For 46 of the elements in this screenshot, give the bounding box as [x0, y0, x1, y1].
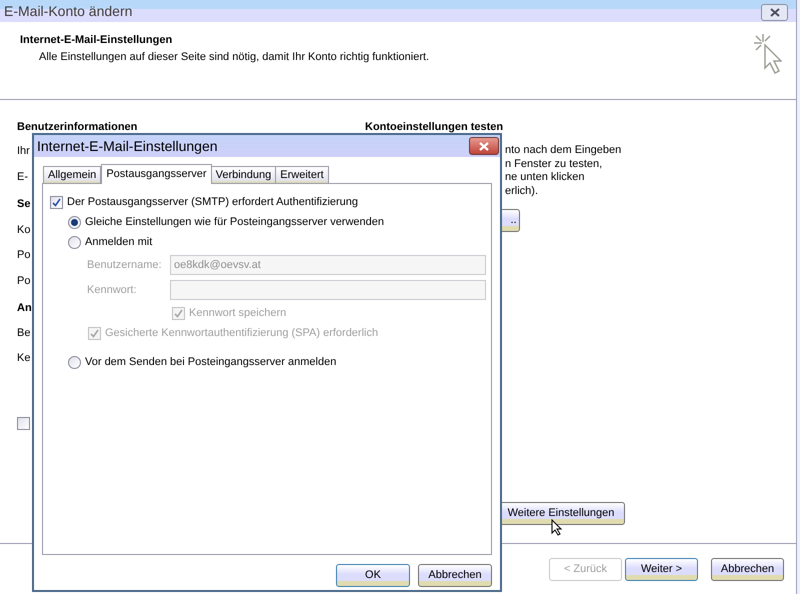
field-label: Ke	[17, 351, 30, 365]
close-button[interactable]	[761, 4, 788, 20]
dialog-button[interactable]: Abbrechen	[418, 564, 492, 587]
tab[interactable]: Erweitert	[275, 166, 329, 183]
section-heading: An	[17, 301, 32, 315]
footer-button[interactable]: Abbrechen	[711, 558, 784, 581]
close-icon	[479, 142, 489, 150]
cursor-sparkle-icon	[752, 32, 782, 76]
close-icon	[770, 8, 780, 16]
field-label: Benutzername:	[87, 258, 163, 273]
section-heading: Se	[17, 197, 30, 211]
page-description: Alle Einstellungen auf dieser Seite sind nötig, damit Ihr Konto richtig funktioniert.	[38, 50, 430, 64]
radio-label: Gleiche Einstellungen wie für Posteingangsserver verwenden	[85, 214, 384, 230]
field-label: Kennwort:	[87, 282, 138, 298]
section-heading: Kontoeinstellungen testen	[365, 120, 504, 134]
radio-label: Anmelden mit	[85, 234, 152, 250]
tab[interactable]: Postausgangsserver	[101, 164, 212, 184]
footer-button[interactable]: Weiter >	[625, 558, 698, 581]
close-button[interactable]	[469, 137, 499, 155]
radio-label: Vor dem Senden bei Posteingangsserver anmelden	[85, 354, 336, 370]
mouse-pointer-icon	[551, 519, 563, 536]
checkbox-label: Der Postausgangsserver (SMTP) erfordert Authentifizierung	[67, 194, 358, 210]
dialog-button[interactable]: OK	[336, 564, 410, 587]
field-label: E-	[17, 170, 28, 184]
radio-button[interactable]	[68, 236, 81, 248]
radio-button[interactable]	[68, 356, 81, 368]
field-label: Po	[17, 248, 30, 262]
field-label: Be	[17, 326, 30, 340]
description-line: ne unten klicken	[505, 171, 584, 184]
description-line: nto nach dem Eingeben	[505, 144, 622, 158]
tab[interactable]: Allgemein	[43, 166, 102, 183]
dialog-title: Internet-E-Mail-Einstellungen	[37, 136, 218, 156]
checkbox[interactable]	[17, 417, 30, 430]
page-heading: Internet-E-Mail-Einstellungen	[20, 33, 174, 48]
description-line: n Fenster zu testen,	[505, 158, 602, 171]
tab[interactable]: Verbindung	[210, 166, 276, 183]
field-label: Ko	[17, 223, 30, 237]
checkbox[interactable]	[50, 196, 63, 208]
field-label: Po	[17, 274, 30, 288]
section-heading: Benutzerinformationen	[17, 120, 138, 134]
checkbox-label: Gesicherte Kennwortauthentifizierung (SPA) erforderlich	[105, 326, 378, 341]
description-line: erlich).	[505, 184, 538, 198]
field-label: Ihr	[17, 144, 30, 158]
window-title: E-Mail-Konto ändern	[4, 2, 132, 20]
checkbox-label: Kennwort speichern	[189, 306, 286, 321]
radio-button[interactable]	[68, 216, 81, 228]
